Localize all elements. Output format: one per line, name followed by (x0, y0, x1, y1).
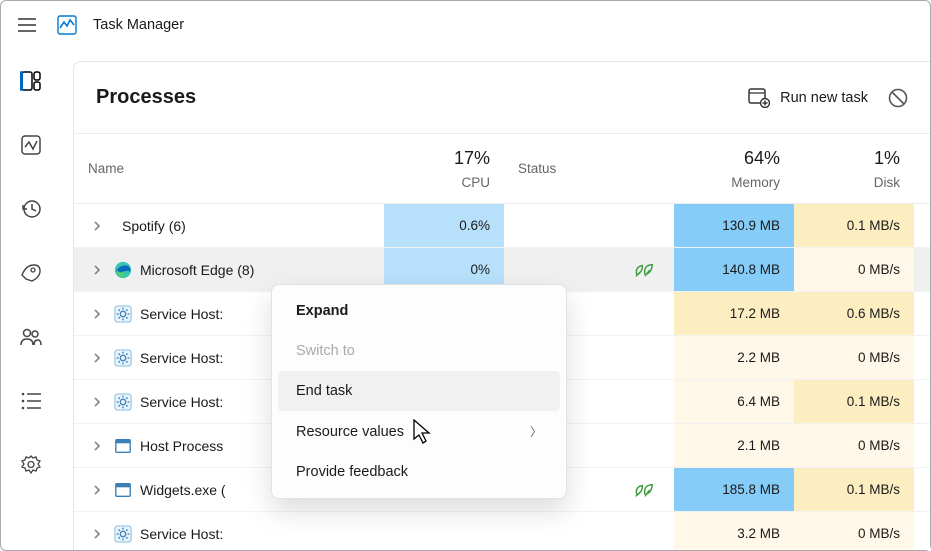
cell-disk: 0 MB/s (794, 336, 914, 379)
expand-toggle[interactable] (88, 529, 106, 539)
process-name: Service Host: (140, 394, 223, 410)
expand-toggle[interactable] (88, 309, 106, 319)
menu-end-task[interactable]: End task (278, 371, 560, 411)
cell-disk: 0.1 MB/s (794, 380, 914, 423)
rail-services[interactable] (17, 451, 45, 479)
rail-startup[interactable] (17, 259, 45, 287)
expand-toggle[interactable] (88, 221, 106, 231)
cell-cpu (384, 512, 504, 550)
details-icon (21, 392, 41, 410)
run-new-task-label: Run new task (780, 90, 868, 106)
rail-app-history[interactable] (17, 195, 45, 223)
cell-disk: 0 MB/s (794, 424, 914, 467)
cell-memory: 140.8 MB (674, 248, 794, 291)
cell-name: Spotify (6) (74, 204, 384, 247)
panel-title: Processes (96, 86, 196, 109)
process-icon (114, 261, 132, 279)
menu-switch-to: Switch to (278, 331, 560, 371)
process-name: Microsoft Edge (8) (140, 262, 254, 278)
cell-memory: 2.1 MB (674, 424, 794, 467)
col-status[interactable]: Status (504, 151, 674, 186)
app-icon (57, 15, 77, 35)
process-name: Host Process (140, 438, 223, 454)
process-name: Widgets.exe ( (140, 482, 226, 498)
process-icon (114, 305, 132, 323)
eco-mode-icon (634, 481, 654, 499)
chevron-right-icon: 〉 (530, 423, 542, 440)
col-memory[interactable]: 64%Memory (674, 138, 794, 200)
expand-toggle[interactable] (88, 441, 106, 451)
menu-resource-values[interactable]: Resource values〉 (278, 411, 560, 452)
cell-status (504, 204, 674, 247)
history-icon (21, 199, 41, 219)
table-row[interactable]: Service Host: 3.2 MB0 MB/s (74, 512, 930, 550)
process-icon (114, 349, 132, 367)
col-disk[interactable]: 1%Disk (794, 138, 914, 200)
users-icon (20, 327, 42, 347)
panel-header: Processes Run new task (74, 62, 930, 134)
rail-details[interactable] (17, 387, 45, 415)
eco-mode-icon (634, 261, 654, 279)
processes-icon (21, 71, 41, 91)
process-icon (114, 525, 132, 543)
process-icon (114, 437, 132, 455)
cell-status (504, 512, 674, 550)
cell-disk: 0.1 MB/s (794, 468, 914, 511)
cell-memory: 185.8 MB (674, 468, 794, 511)
performance-icon (21, 135, 41, 155)
hamburger-button[interactable] (13, 11, 41, 39)
col-cpu[interactable]: 17%CPU (384, 138, 504, 200)
process-name: Service Host: (140, 526, 223, 542)
cell-memory: 6.4 MB (674, 380, 794, 423)
titlebar: Task Manager (1, 1, 930, 49)
cell-memory: 2.2 MB (674, 336, 794, 379)
process-name: Service Host: (140, 306, 223, 322)
cell-disk: 0.6 MB/s (794, 292, 914, 335)
expand-toggle[interactable] (88, 353, 106, 363)
cell-memory: 17.2 MB (674, 292, 794, 335)
process-name: Service Host: (140, 350, 223, 366)
side-rail (1, 49, 61, 550)
startup-icon (20, 263, 42, 283)
cell-disk: 0 MB/s (794, 512, 914, 550)
process-icon (114, 393, 132, 411)
hamburger-icon (18, 18, 36, 32)
rail-users[interactable] (17, 323, 45, 351)
table-header: Name 17%CPU Status 64%Memory 1%Disk (74, 134, 930, 204)
cell-name: Service Host: (74, 512, 384, 550)
app-title: Task Manager (93, 17, 184, 33)
expand-toggle[interactable] (88, 485, 106, 495)
rail-performance[interactable] (17, 131, 45, 159)
block-icon (888, 88, 908, 108)
process-name: Spotify (6) (122, 218, 186, 234)
process-icon (114, 481, 132, 499)
cell-disk: 0 MB/s (794, 248, 914, 291)
expand-toggle[interactable] (88, 265, 106, 275)
table-row[interactable]: Spotify (6) 0.6% 130.9 MB0.1 MB/s (74, 204, 930, 248)
rail-processes[interactable] (17, 67, 45, 95)
menu-expand[interactable]: Expand (278, 291, 560, 331)
cell-cpu: 0.6% (384, 204, 504, 247)
end-task-header-button[interactable] (888, 88, 908, 108)
cell-memory: 3.2 MB (674, 512, 794, 550)
menu-provide-feedback[interactable]: Provide feedback (278, 452, 560, 492)
cell-disk: 0.1 MB/s (794, 204, 914, 247)
expand-toggle[interactable] (88, 397, 106, 407)
col-name[interactable]: Name (74, 151, 384, 186)
services-icon (21, 455, 41, 475)
context-menu: Expand Switch to End task Resource value… (271, 284, 567, 499)
run-task-icon (748, 88, 770, 108)
cell-memory: 130.9 MB (674, 204, 794, 247)
run-new-task-button[interactable]: Run new task (748, 88, 868, 108)
